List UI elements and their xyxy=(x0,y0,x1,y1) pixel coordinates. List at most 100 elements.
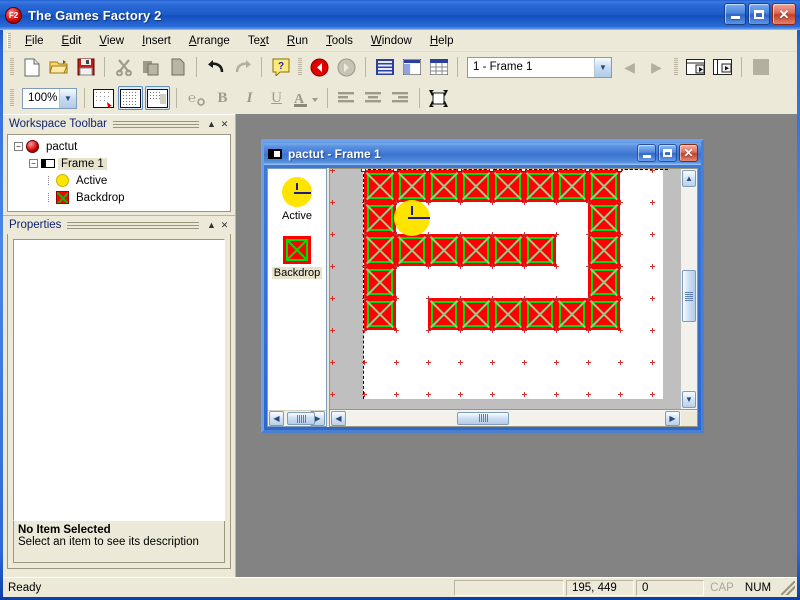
backdrop-tile[interactable] xyxy=(364,266,396,298)
copy-icon[interactable] xyxy=(138,55,163,79)
menu-window[interactable]: Window xyxy=(362,32,421,50)
selection-handle[interactable] xyxy=(617,169,622,172)
backdrop-tile[interactable] xyxy=(364,234,396,266)
tree-node-pactut[interactable]: − pactut xyxy=(10,138,228,155)
menu-tools[interactable]: Tools xyxy=(317,32,362,50)
chevron-down-icon[interactable]: ▼ xyxy=(594,57,611,77)
backdrop-tile[interactable] xyxy=(396,170,428,202)
scroll-right-button[interactable]: ▶ xyxy=(665,410,680,426)
workspace-collapse-button[interactable]: ▲ xyxy=(205,119,218,129)
frame-maximize-button[interactable] xyxy=(658,144,677,162)
frame-editor-icon[interactable] xyxy=(399,55,424,79)
scroll-left-button[interactable]: ◀ xyxy=(331,410,346,426)
backdrop-tile[interactable] xyxy=(364,202,396,234)
scroll-left-button[interactable]: ◀ xyxy=(269,411,284,426)
forward-arrow-icon[interactable] xyxy=(334,55,359,79)
backdrop-tile[interactable] xyxy=(588,170,620,202)
toolbar-grip-3[interactable] xyxy=(674,58,678,76)
backdrop-tile[interactable] xyxy=(460,298,492,330)
paste-icon[interactable] xyxy=(165,55,190,79)
save-disk-icon[interactable] xyxy=(73,55,98,79)
selection-handle[interactable] xyxy=(585,169,590,172)
font-color-icon[interactable]: A xyxy=(291,86,321,110)
close-button[interactable]: ✕ xyxy=(772,3,796,25)
minimize-button[interactable] xyxy=(724,3,746,25)
expander-icon[interactable]: − xyxy=(14,142,23,151)
backdrop-tile[interactable] xyxy=(492,234,524,266)
frame-editor-window[interactable]: pactut - Frame 1 ✕ Active Backdrop ◀ ▶ ▲… xyxy=(261,139,704,433)
show-grid-icon[interactable] xyxy=(118,86,143,110)
vscroll-thumb[interactable] xyxy=(682,270,696,322)
properties-grid[interactable] xyxy=(13,239,225,521)
vscroll-track[interactable] xyxy=(681,188,697,390)
properties-close-button[interactable]: ✕ xyxy=(218,220,231,231)
backdrop-tile[interactable] xyxy=(588,298,620,330)
fit-size-icon[interactable] xyxy=(426,86,451,110)
object-list-pane[interactable]: Active Backdrop ◀ ▶ xyxy=(267,168,327,427)
frame-selector-combo[interactable]: 1 - Frame 1 ▼ xyxy=(467,56,612,78)
menu-text[interactable]: Text xyxy=(239,32,278,50)
cut-scissors-icon[interactable] xyxy=(111,55,136,79)
properties-collapse-button[interactable]: ▲ xyxy=(205,220,218,230)
format-toolbar-grip[interactable] xyxy=(10,89,14,107)
menubar-grip[interactable] xyxy=(7,32,11,49)
backdrop-tile[interactable] xyxy=(460,170,492,202)
backdrop-tile[interactable] xyxy=(492,298,524,330)
canvas-hscrollbar[interactable]: ◀ ▶ xyxy=(329,410,698,427)
expander-icon[interactable]: − xyxy=(29,159,38,168)
backdrop-tile[interactable] xyxy=(556,298,588,330)
italic-icon[interactable]: I xyxy=(237,86,262,110)
backdrop-tile[interactable] xyxy=(428,298,460,330)
selection-handle[interactable] xyxy=(521,169,526,172)
backdrop-tile[interactable] xyxy=(588,202,620,234)
help-icon[interactable]: ? xyxy=(268,55,293,79)
redo-icon[interactable] xyxy=(230,55,255,79)
scroll-down-button[interactable]: ▼ xyxy=(682,391,696,408)
workspace-tree[interactable]: − pactut − Frame 1 Active Backdrop xyxy=(7,134,231,212)
backdrop-tile[interactable] xyxy=(524,170,556,202)
frame-canvas[interactable] xyxy=(329,168,681,410)
selection-handle[interactable] xyxy=(553,169,558,172)
resize-grip[interactable] xyxy=(781,580,795,595)
menu-view[interactable]: View xyxy=(90,32,133,50)
workspace-close-button[interactable]: ✕ xyxy=(218,119,231,130)
align-right-icon[interactable] xyxy=(388,86,413,110)
snap-to-grid-icon[interactable] xyxy=(145,86,170,110)
selection-handle[interactable] xyxy=(425,169,430,172)
scroll-up-button[interactable]: ▲ xyxy=(682,170,696,187)
panel-drag-rule[interactable] xyxy=(113,120,199,128)
object-list-hscrollbar[interactable]: ◀ ▶ xyxy=(268,410,326,426)
backdrop-tile[interactable] xyxy=(428,234,460,266)
tree-node-frame1[interactable]: − Frame 1 xyxy=(10,155,228,172)
toolbar-grip[interactable] xyxy=(10,58,14,76)
open-folder-icon[interactable] xyxy=(46,55,71,79)
backdrop-tile[interactable] xyxy=(428,170,460,202)
next-frame-button[interactable]: ▶ xyxy=(644,55,669,79)
menu-edit[interactable]: Edit xyxy=(53,32,91,50)
backdrop-tile[interactable] xyxy=(588,234,620,266)
zoom-combo[interactable]: 100% ▼ xyxy=(22,87,77,109)
backdrop-tile[interactable] xyxy=(556,170,588,202)
new-file-icon[interactable] xyxy=(19,55,44,79)
run-application-icon[interactable] xyxy=(683,55,708,79)
previous-frame-button[interactable]: ◀ xyxy=(617,55,642,79)
backdrop-tile[interactable] xyxy=(524,234,556,266)
font-select-icon[interactable]: ℮ xyxy=(183,86,208,110)
object-hscroll-thumb[interactable] xyxy=(287,412,315,425)
backdrop-tile[interactable] xyxy=(492,170,524,202)
backdrop-tile[interactable] xyxy=(524,298,556,330)
hscroll-thumb[interactable] xyxy=(457,411,509,425)
panel-drag-rule-2[interactable] xyxy=(67,221,199,229)
menu-run[interactable]: Run xyxy=(278,32,317,50)
storyboard-icon[interactable] xyxy=(372,55,397,79)
menu-arrange[interactable]: Arrange xyxy=(180,32,239,50)
backdrop-tile[interactable] xyxy=(588,266,620,298)
stop-icon[interactable] xyxy=(748,55,773,79)
selection-handle[interactable] xyxy=(457,169,462,172)
backdrop-tile[interactable] xyxy=(460,234,492,266)
hscroll-track[interactable] xyxy=(347,410,664,426)
maximize-button[interactable] xyxy=(748,3,770,25)
align-center-icon[interactable] xyxy=(361,86,386,110)
bold-icon[interactable]: B xyxy=(210,86,235,110)
canvas-vscrollbar[interactable]: ▲ ▼ xyxy=(681,168,698,410)
